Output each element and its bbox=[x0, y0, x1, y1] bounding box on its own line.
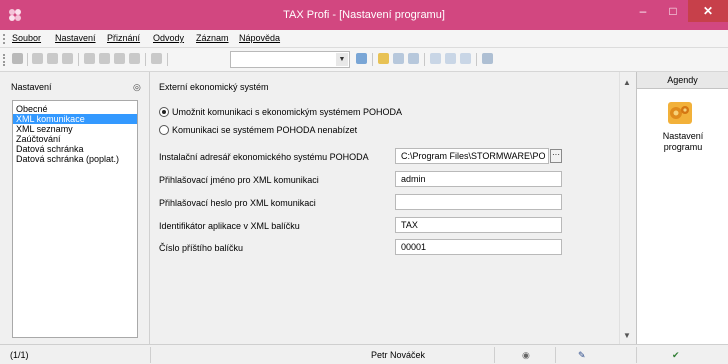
print-icon[interactable] bbox=[62, 53, 73, 64]
status-separator bbox=[636, 347, 637, 363]
status-page: (1/1) bbox=[10, 350, 29, 360]
radio-enable-label[interactable]: Umožnit komunikaci s ekonomickým systéme… bbox=[172, 107, 402, 117]
list-item-datova-schranka-poplat[interactable]: Datová schránka (poplat.) bbox=[13, 154, 137, 164]
toolbar-separator bbox=[424, 53, 425, 66]
menu-soubor[interactable]: Soubor bbox=[12, 33, 41, 43]
app-id-label: Identifikátor aplikace v XML balíčku bbox=[159, 221, 300, 231]
login-name-input[interactable]: admin bbox=[395, 171, 562, 187]
exit-icon[interactable] bbox=[12, 53, 23, 64]
install-dir-input[interactable]: C:\Program Files\STORMWARE\PO bbox=[395, 148, 549, 164]
minimize-button[interactable]: – bbox=[628, 0, 658, 22]
install-dir-label: Instalační adresář ekonomického systému … bbox=[159, 152, 369, 162]
browse-button[interactable]: ··· bbox=[550, 149, 562, 163]
document-icon[interactable] bbox=[84, 53, 95, 64]
list-item-zauctovani[interactable]: Zaúčtování bbox=[13, 134, 137, 144]
login-password-input[interactable] bbox=[395, 194, 562, 210]
radio-disable-pohoda[interactable]: Komunikaci se systémem POHODA nenabízet bbox=[159, 125, 357, 135]
radio-disable-label[interactable]: Komunikaci se systémem POHODA nenabízet bbox=[172, 125, 357, 135]
list-view-icon[interactable] bbox=[408, 53, 419, 64]
radio-disable-indicator[interactable] bbox=[159, 125, 169, 135]
chevron-down-icon[interactable]: ▼ bbox=[336, 53, 348, 66]
pin-icon[interactable]: ◎ bbox=[133, 82, 141, 93]
agenda-item-nastaveni-programu[interactable]: Nastavení programu bbox=[637, 131, 728, 153]
menu-nastaveni[interactable]: Nastavení bbox=[55, 33, 96, 43]
next-package-input[interactable]: 00001 bbox=[395, 239, 562, 255]
duplicate-icon[interactable] bbox=[151, 53, 162, 64]
agenda-panel: Agendy Nastavení programu bbox=[636, 72, 728, 344]
status-separator bbox=[150, 347, 151, 363]
pen-icon: ✎ bbox=[578, 350, 586, 360]
globe-icon: ◉ bbox=[522, 350, 530, 360]
login-password-label: Přihlašovací heslo pro XML komunikaci bbox=[159, 198, 316, 208]
folder-icon[interactable] bbox=[378, 53, 389, 64]
menu-odvody[interactable]: Odvody bbox=[153, 33, 184, 43]
section-title: Externí ekonomický systém bbox=[159, 82, 269, 92]
maximize-button[interactable]: □ bbox=[658, 0, 688, 22]
panel-title: Nastavení bbox=[11, 82, 52, 92]
toolbar-separator bbox=[145, 53, 146, 66]
settings-panel: Nastavení ◎ Obecné XML komunikace XML se… bbox=[0, 72, 150, 344]
toolbar-grip[interactable] bbox=[3, 54, 5, 66]
status-separator bbox=[555, 347, 556, 363]
scroll-up-icon[interactable]: ▲ bbox=[623, 78, 631, 87]
new-record-icon[interactable] bbox=[32, 53, 43, 64]
help-icon[interactable] bbox=[482, 53, 493, 64]
toolbar-separator bbox=[372, 53, 373, 66]
close-button[interactable]: ✕ bbox=[688, 0, 728, 22]
form-icon[interactable] bbox=[430, 53, 441, 64]
title-bar: TAX Profi - [Nastavení programu] – □ ✕ bbox=[0, 0, 728, 30]
menu-bar: Soubor Nastavení Přiznání Odvody Záznam … bbox=[0, 30, 728, 48]
app-id-input[interactable]: TAX bbox=[395, 217, 562, 233]
list-item-obecne[interactable]: Obecné bbox=[13, 104, 137, 114]
settings-gear-icon[interactable] bbox=[667, 101, 693, 125]
main-content: Externí ekonomický systém Umožnit komuni… bbox=[151, 72, 619, 344]
settings-list[interactable]: Obecné XML komunikace XML seznamy Zaúčto… bbox=[12, 100, 138, 338]
status-user: Petr Nováček bbox=[371, 350, 426, 360]
filter-icon[interactable] bbox=[356, 53, 367, 64]
toolbar-separator bbox=[27, 53, 28, 66]
toolbar-separator bbox=[167, 53, 168, 66]
save-icon[interactable] bbox=[114, 53, 125, 64]
list-item-xml-seznamy[interactable]: XML seznamy bbox=[13, 124, 137, 134]
radio-enable-pohoda[interactable]: Umožnit komunikaci s ekonomickým systéme… bbox=[159, 107, 402, 117]
agenda-label-line1[interactable]: Nastavení bbox=[637, 131, 728, 142]
filter-combo[interactable]: ▼ bbox=[230, 51, 350, 68]
menu-zaznam[interactable]: Záznam bbox=[196, 33, 229, 43]
edit-icon[interactable] bbox=[99, 53, 110, 64]
save-all-icon[interactable] bbox=[129, 53, 140, 64]
agenda-label-line2[interactable]: programu bbox=[637, 142, 728, 153]
copy-record-icon[interactable] bbox=[47, 53, 58, 64]
menu-napoveda[interactable]: Nápověda bbox=[239, 33, 280, 43]
view-icon[interactable] bbox=[393, 53, 404, 64]
scroll-down-icon[interactable]: ▼ bbox=[623, 331, 631, 340]
menubar-grip[interactable] bbox=[3, 34, 5, 44]
list-item-xml-komunikace[interactable]: XML komunikace bbox=[13, 114, 137, 124]
agenda-header: Agendy bbox=[637, 72, 728, 89]
window-title: TAX Profi - [Nastavení programu] bbox=[283, 9, 445, 21]
next-package-label: Číslo příštího balíčku bbox=[159, 243, 244, 253]
toolbar-separator bbox=[476, 53, 477, 66]
toolbar: ▼ bbox=[0, 48, 728, 72]
grid-icon[interactable] bbox=[460, 53, 471, 64]
list-item-datova-schranka[interactable]: Datová schránka bbox=[13, 144, 137, 154]
menu-priznani[interactable]: Přiznání bbox=[107, 33, 140, 43]
login-name-label: Přihlašovací jméno pro XML komunikaci bbox=[159, 175, 319, 185]
check-icon[interactable]: ✔ bbox=[672, 350, 680, 361]
toolbar-separator bbox=[78, 53, 79, 66]
radio-enable-indicator[interactable] bbox=[159, 107, 169, 117]
vertical-scrollbar[interactable]: ▲ ▼ bbox=[619, 72, 636, 344]
table-icon[interactable] bbox=[445, 53, 456, 64]
status-separator bbox=[494, 347, 495, 363]
status-bar: (1/1) Petr Nováček ◉ ✎ ✔ bbox=[0, 344, 728, 364]
